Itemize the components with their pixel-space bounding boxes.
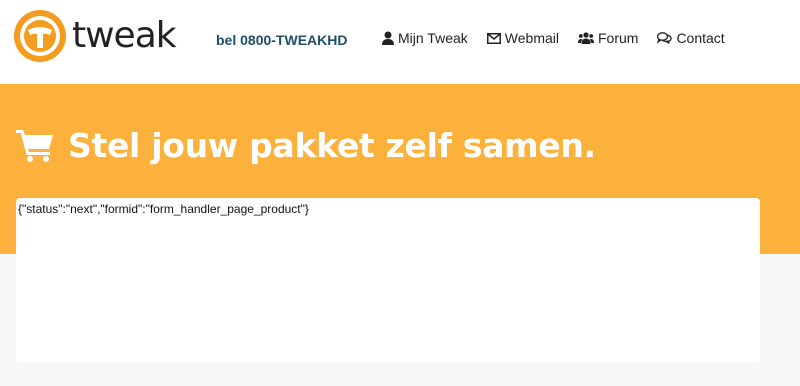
users-icon — [577, 32, 594, 44]
site-header: tweak bel 0800-TWEAKHD Mijn Tweak Webmai… — [0, 0, 800, 84]
nav-label: Webmail — [504, 30, 559, 46]
nav-contact[interactable]: Contact — [657, 30, 725, 46]
cart-icon — [16, 130, 53, 162]
nav-webmail[interactable]: Webmail — [486, 30, 559, 46]
nav-label: Contact — [676, 30, 725, 46]
nav-mijn-tweak[interactable]: Mijn Tweak — [382, 30, 468, 46]
nav-label: Forum — [597, 30, 639, 46]
page-title-text: Stel jouw pakket zelf samen. — [68, 125, 596, 165]
page-title: Stel jouw pakket zelf samen. — [16, 128, 596, 162]
chat-icon — [657, 32, 673, 44]
logo[interactable]: tweak — [14, 10, 177, 62]
response-text: {"status":"next","formid":"form_handler_… — [18, 202, 309, 216]
phone-number[interactable]: bel 0800-TWEAKHD — [216, 32, 347, 48]
nav-label: Mijn Tweak — [398, 30, 468, 46]
logo-text: tweak — [72, 15, 177, 56]
nav-forum[interactable]: Forum — [577, 30, 639, 46]
envelope-icon — [486, 32, 501, 44]
tweak-logo-icon — [14, 10, 66, 62]
user-icon — [382, 31, 394, 45]
content-panel: {"status":"next","formid":"form_handler_… — [16, 198, 760, 362]
top-nav: Mijn Tweak Webmail Forum Contact — [382, 30, 725, 46]
